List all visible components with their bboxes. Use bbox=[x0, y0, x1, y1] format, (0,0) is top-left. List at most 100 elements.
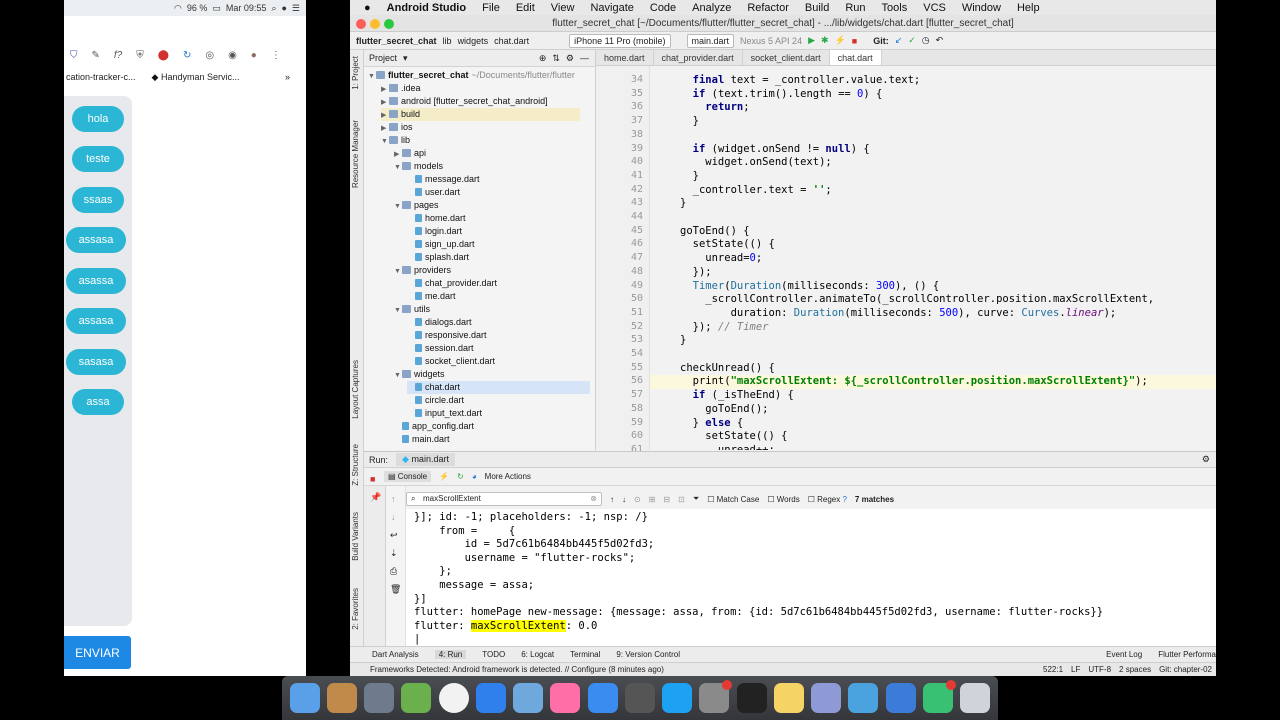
ext-shield-icon[interactable]: ⛉ bbox=[70, 50, 78, 61]
tree-file[interactable]: dialogs.dart bbox=[407, 316, 472, 329]
chat-message-list[interactable]: hola teste ssaas assasa asassa assasa sa… bbox=[64, 96, 132, 626]
console-output[interactable]: }]; id: -1; placeholders: -1; nsp: /} fr… bbox=[406, 509, 1216, 646]
tab-version-control[interactable]: 9: Version Control bbox=[616, 650, 680, 659]
git-branch[interactable]: Git: chapter-02 bbox=[1159, 665, 1212, 674]
tree-folder[interactable]: ▼ pages bbox=[394, 199, 439, 212]
facetime-icon[interactable] bbox=[922, 680, 956, 713]
regex-checkbox[interactable]: ☐ Regex ? bbox=[808, 495, 847, 504]
system-preferences-icon[interactable] bbox=[699, 680, 733, 713]
menu-run[interactable]: Run bbox=[845, 2, 865, 14]
apple-icon[interactable]: ● bbox=[364, 2, 371, 14]
run-icon[interactable]: ▶ bbox=[808, 35, 815, 46]
phpstorm-icon[interactable] bbox=[885, 683, 916, 713]
settings-gear-icon[interactable]: ⚙ bbox=[1202, 454, 1210, 465]
chevron-down-icon[interactable]: ▼ bbox=[381, 135, 389, 148]
folder-icon[interactable] bbox=[848, 683, 879, 713]
tree-folder[interactable]: ▼ lib bbox=[381, 134, 410, 147]
bookmark-item[interactable]: ◆ Handyman Servic... bbox=[152, 72, 240, 83]
debug-icon[interactable]: ✱ bbox=[821, 35, 829, 46]
build-variants-tab[interactable]: Build Variants bbox=[351, 512, 360, 561]
xcode-icon[interactable] bbox=[587, 683, 618, 713]
tree-file[interactable]: splash.dart bbox=[407, 251, 469, 264]
ext-circle-icon[interactable]: ◎ bbox=[205, 50, 214, 61]
chevron-down-icon[interactable]: ▼ bbox=[394, 265, 402, 278]
more-icon[interactable]: ⋮ bbox=[271, 50, 281, 61]
trash-icon[interactable] bbox=[960, 683, 991, 713]
search-icon[interactable]: ⌕ bbox=[271, 3, 276, 14]
tree-file[interactable]: home.dart bbox=[407, 212, 466, 225]
close-window-button[interactable] bbox=[356, 19, 366, 29]
tree-folder[interactable]: ▼ utils bbox=[394, 303, 430, 316]
breadcrumb-project[interactable]: flutter_secret_chat bbox=[356, 36, 437, 46]
ext-pen-icon[interactable]: ✎ bbox=[92, 50, 100, 61]
archive-icon[interactable] bbox=[326, 683, 357, 713]
emulator-selector[interactable]: Nexus 5 API 24 bbox=[740, 36, 802, 46]
menu-vcs[interactable]: VCS bbox=[923, 2, 946, 14]
tree-file[interactable]: sign_up.dart bbox=[407, 238, 475, 251]
tree-folder[interactable]: ▶ api bbox=[394, 147, 426, 160]
favorites-tab[interactable]: 2: Favorites bbox=[351, 588, 360, 630]
more-actions-button[interactable]: More Actions bbox=[485, 472, 531, 481]
hide-icon[interactable]: — bbox=[580, 53, 589, 63]
tree-file[interactable]: input_text.dart bbox=[407, 407, 482, 420]
words-checkbox[interactable]: ☐ Words bbox=[767, 495, 799, 504]
next-match-icon[interactable]: ↓ bbox=[622, 495, 626, 504]
regex-help-link[interactable]: ? bbox=[842, 495, 846, 504]
tree-file[interactable]: user.dart bbox=[407, 186, 460, 199]
menu-tools[interactable]: Tools bbox=[882, 2, 908, 14]
clear-icon[interactable]: 🗑 bbox=[390, 584, 401, 595]
down-arrow-icon[interactable]: ↓ bbox=[391, 512, 396, 522]
tab-logcat[interactable]: 6: Logcat bbox=[521, 650, 554, 659]
find-all-icon[interactable]: ⊙ bbox=[634, 495, 641, 504]
tree-file[interactable]: circle.dart bbox=[407, 394, 464, 407]
minimize-window-button[interactable] bbox=[370, 19, 380, 29]
ext-lock-icon[interactable]: ⛨ bbox=[136, 50, 144, 61]
hot-restart-icon[interactable]: ↻ bbox=[457, 472, 464, 481]
ext-stop-icon[interactable]: ⬤ bbox=[158, 50, 169, 61]
select-all-icon[interactable]: ⊡ bbox=[678, 495, 685, 504]
menu-code[interactable]: Code bbox=[650, 2, 676, 14]
siri-icon[interactable]: ● bbox=[281, 3, 286, 13]
menu-edit[interactable]: Edit bbox=[516, 2, 535, 14]
stop-icon[interactable]: ■ bbox=[370, 474, 375, 484]
fork-icon[interactable] bbox=[624, 683, 655, 713]
chevron-down-icon[interactable]: ▼ bbox=[368, 70, 376, 83]
tab-event-log[interactable]: Event Log bbox=[1106, 650, 1142, 659]
vectornator-icon[interactable] bbox=[811, 683, 842, 713]
chrome-icon[interactable] bbox=[438, 683, 469, 713]
project-view-selector[interactable]: Project bbox=[369, 53, 397, 63]
notes-icon[interactable] bbox=[773, 683, 804, 713]
chevron-down-icon[interactable]: ▼ bbox=[394, 200, 402, 213]
menu-window[interactable]: Window bbox=[962, 2, 1001, 14]
structure-tab[interactable]: Z: Structure bbox=[351, 444, 360, 486]
tree-file[interactable]: main.dart bbox=[394, 433, 450, 446]
breadcrumb-file[interactable]: chat.dart bbox=[494, 36, 529, 46]
remove-selection-icon[interactable]: ⊟ bbox=[663, 495, 670, 504]
hot-reload-icon[interactable]: ⚡ bbox=[835, 35, 846, 46]
tree-file[interactable]: message.dart bbox=[407, 173, 480, 186]
tree-folder[interactable]: ▶ .idea bbox=[381, 82, 421, 95]
tab-run[interactable]: 4: Run bbox=[434, 650, 467, 659]
file-encoding[interactable]: UTF-8 bbox=[1088, 665, 1111, 674]
menu-view[interactable]: View bbox=[551, 2, 575, 14]
zoom-window-button[interactable] bbox=[384, 19, 394, 29]
hot-reload-icon[interactable]: ⚡ bbox=[439, 472, 449, 481]
tree-file[interactable]: app_config.dart bbox=[394, 420, 474, 433]
collapse-icon[interactable]: ⇅ bbox=[552, 53, 560, 64]
console-search-input[interactable]: ⌕ maxScrollExtent ⊗ bbox=[406, 492, 602, 506]
ext-fx-icon[interactable]: f? bbox=[114, 50, 122, 61]
tab-todo[interactable]: TODO bbox=[482, 650, 505, 659]
menu-build[interactable]: Build bbox=[805, 2, 829, 14]
up-arrow-icon[interactable]: ↑ bbox=[391, 494, 396, 504]
tree-file[interactable]: socket_client.dart bbox=[407, 355, 495, 368]
menu-refactor[interactable]: Refactor bbox=[747, 2, 789, 14]
tree-folder[interactable]: ▼ providers bbox=[394, 264, 451, 277]
tree-folder[interactable]: ▶ build bbox=[381, 108, 581, 121]
match-case-checkbox[interactable]: ☐ Match Case bbox=[707, 495, 759, 504]
tab-dart-analysis[interactable]: Dart Analysis bbox=[372, 650, 419, 659]
locate-icon[interactable]: ⊕ bbox=[539, 53, 547, 64]
editor-tab-active[interactable]: chat.dart bbox=[829, 50, 882, 65]
add-selection-icon[interactable]: ⊞ bbox=[649, 495, 656, 504]
chevron-down-icon[interactable]: ▼ bbox=[394, 369, 402, 382]
ext-sync-icon[interactable]: ↻ bbox=[183, 50, 191, 61]
